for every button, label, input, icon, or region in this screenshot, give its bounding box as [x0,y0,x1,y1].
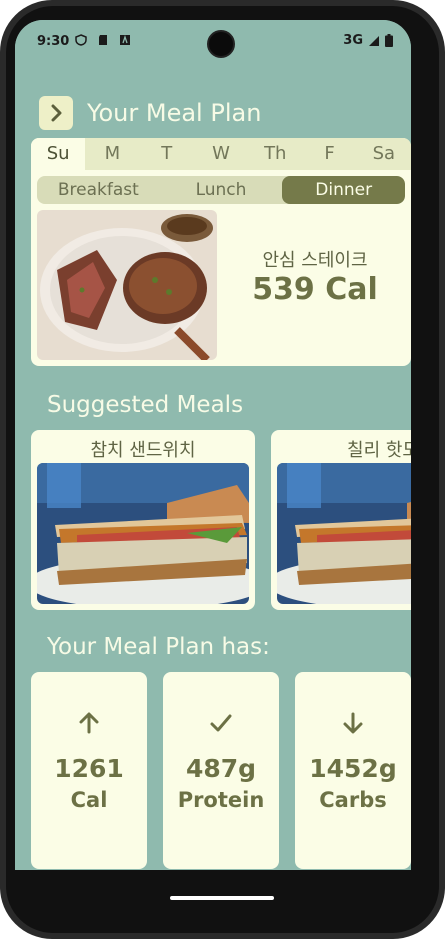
day-tabs: Su M T W Th F Sa [31,138,411,170]
stat-label: Protein [177,788,265,812]
app-screen: 9:30 3G Your Meal Plan Su M T W Th F Sa … [15,20,411,912]
steak-photo[interactable] [37,210,217,360]
meal-tabs: Breakfast Lunch Dinner [37,176,405,204]
home-gesture-pill[interactable] [170,896,274,900]
status-right: 3G [343,33,393,48]
stat-value: 1261 [54,754,124,783]
tab-sunday[interactable]: Su [31,138,86,170]
tab-tuesday[interactable]: T [140,138,194,170]
stat-value: 487g [185,754,257,783]
suggested-meal-name: 참치 샌드위치 [90,440,196,461]
tab-monday[interactable]: M [85,138,139,170]
expand-button[interactable] [39,96,73,130]
tab-dinner[interactable]: Dinner [282,176,405,204]
shield-icon [75,34,87,46]
suggested-meal-card[interactable]: 참치 샌드위치 [31,430,255,610]
suggested-meals-carousel[interactable]: 참치 샌드위치 칠리 핫도 [31,430,411,610]
tab-friday[interactable]: F [302,138,356,170]
check-icon [163,710,279,740]
tab-breakfast[interactable]: Breakfast [37,176,160,204]
suggested-meal-card[interactable]: 칠리 핫도 [271,430,411,610]
protein-stat-card: 487g Protein [163,672,279,869]
sandwich-image [277,463,411,604]
dish-calories: 539 Cal [252,272,378,307]
tab-wednesday[interactable]: W [194,138,248,170]
front-camera [207,30,235,58]
sandwich-photo [37,463,249,604]
summary-title: Your Meal Plan has: [47,634,270,660]
signal-icon [369,35,379,46]
sd-card-icon [99,35,107,45]
meal-plan-card: Su M T W Th F Sa Breakfast Lunch Dinner [31,138,411,366]
sandwich-image [37,463,249,604]
header: Your Meal Plan [39,95,261,131]
status-bar: 9:30 3G [15,20,411,62]
stat-value: 1452g [309,754,397,783]
arrow-up-icon [31,710,147,740]
battery-icon [385,34,393,47]
dish-name: 안심 스테이크 [262,250,368,271]
tab-lunch[interactable]: Lunch [160,176,283,204]
arrow-down-icon [295,710,411,740]
sandwich-photo [277,463,411,604]
tab-thursday[interactable]: Th [248,138,302,170]
carbs-stat-card: 1452g Carbs [295,672,411,869]
page-title: Your Meal Plan [87,99,262,127]
network-type: 3G [343,33,363,48]
suggested-title: Suggested Meals [47,392,244,418]
calories-stat-card: 1261 Cal [31,672,147,869]
steak-image [37,210,217,360]
status-time: 9:30 [37,34,70,49]
navigation-bar [15,870,411,912]
stat-label: Carbs [319,788,387,812]
chevron-right-icon [51,104,62,122]
stat-label: Cal [70,788,108,812]
font-icon [120,34,130,45]
tab-saturday[interactable]: Sa [357,138,411,170]
suggested-meal-name: 칠리 핫도 [347,440,411,461]
